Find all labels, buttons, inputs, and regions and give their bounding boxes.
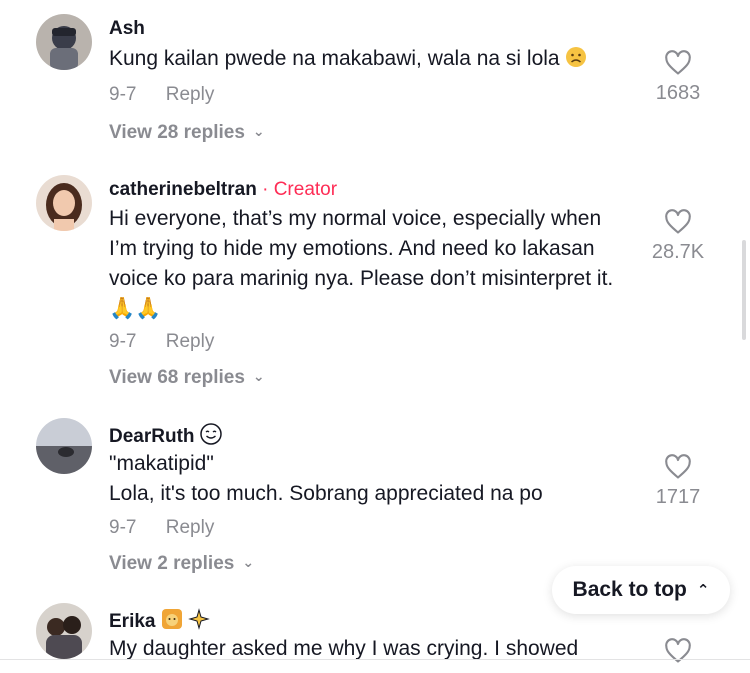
comment-text: Hi everyone, that’s my normal voice, esp…	[109, 207, 614, 320]
comment-text-line: "makatipid"	[109, 452, 214, 475]
reply-button[interactable]: Reply	[166, 84, 215, 105]
comment-text-line: Lola, it's too much. Sobrang appreciated…	[109, 482, 543, 505]
username: DearRuth	[109, 423, 222, 448]
chevron-down-icon: ⌄	[252, 123, 265, 139]
lion-emoji-icon	[161, 608, 183, 630]
heart-outline-icon	[665, 454, 691, 479]
heart-outline-icon	[665, 209, 691, 234]
comment-meta: 9-7 Reply	[109, 331, 214, 353]
avatar[interactable]	[36, 14, 92, 70]
sparkles-emoji-icon	[188, 608, 210, 630]
like-button[interactable]	[638, 638, 718, 664]
like-count: 1683	[655, 82, 701, 104]
reply-button[interactable]: Reply	[166, 331, 215, 352]
view-replies-button[interactable]: View 2 replies ⌄	[109, 553, 254, 575]
bottom-divider	[0, 659, 750, 660]
reply-button[interactable]: Reply	[166, 517, 215, 538]
heart-outline-icon	[665, 638, 691, 663]
chevron-down-icon: ⌄	[242, 554, 255, 570]
username-label[interactable]: DearRuth	[109, 426, 195, 447]
chevron-down-icon: ⌄	[252, 368, 265, 384]
comment-text-content: Kung kailan pwede na makabawi, wala na s…	[109, 47, 560, 70]
comment-text: Kung kailan pwede na makabawi, wala na s…	[109, 44, 634, 74]
like-button[interactable]: 28.7K	[638, 209, 718, 264]
like-count: 28.7K	[651, 241, 705, 263]
comment-date: 9-7	[109, 84, 137, 105]
username-label[interactable]: Erika	[109, 611, 155, 632]
username: Erika	[109, 608, 210, 633]
like-button[interactable]: 1717	[638, 454, 718, 509]
view-replies-button[interactable]: View 68 replies ⌄	[109, 367, 265, 389]
username-label[interactable]: catherinebeltran	[109, 179, 257, 200]
avatar[interactable]	[36, 418, 92, 474]
comment-meta: 9-7 Reply	[109, 517, 214, 539]
view-replies-label: View 2 replies	[109, 553, 235, 574]
comment-meta: 9-7 Reply	[109, 84, 214, 106]
sad-face-emoji-icon	[565, 46, 587, 68]
smile-emoji-icon	[200, 423, 222, 445]
like-count: 1717	[655, 486, 701, 508]
double-chevron-up-icon: ⌃	[696, 582, 710, 599]
scrollbar[interactable]	[742, 240, 746, 340]
avatar[interactable]	[36, 603, 92, 659]
view-replies-button[interactable]: View 28 replies ⌄	[109, 122, 265, 144]
back-to-top-label: Back to top	[572, 578, 687, 601]
comment-text: "makatipid" Lola, it's too much. Sobrang…	[109, 449, 634, 509]
view-replies-label: View 68 replies	[109, 367, 245, 388]
like-button[interactable]: 1683	[638, 50, 718, 105]
view-replies-label: View 28 replies	[109, 122, 245, 143]
avatar[interactable]	[36, 175, 92, 231]
username[interactable]: Ash	[109, 18, 145, 40]
comment-date: 9-7	[109, 331, 137, 352]
username: catherinebeltran · Creator	[109, 179, 337, 201]
back-to-top-button[interactable]: Back to top ⌃	[552, 566, 730, 614]
comment-date: 9-7	[109, 517, 137, 538]
heart-outline-icon	[665, 50, 691, 75]
creator-badge: · Creator	[262, 179, 338, 200]
